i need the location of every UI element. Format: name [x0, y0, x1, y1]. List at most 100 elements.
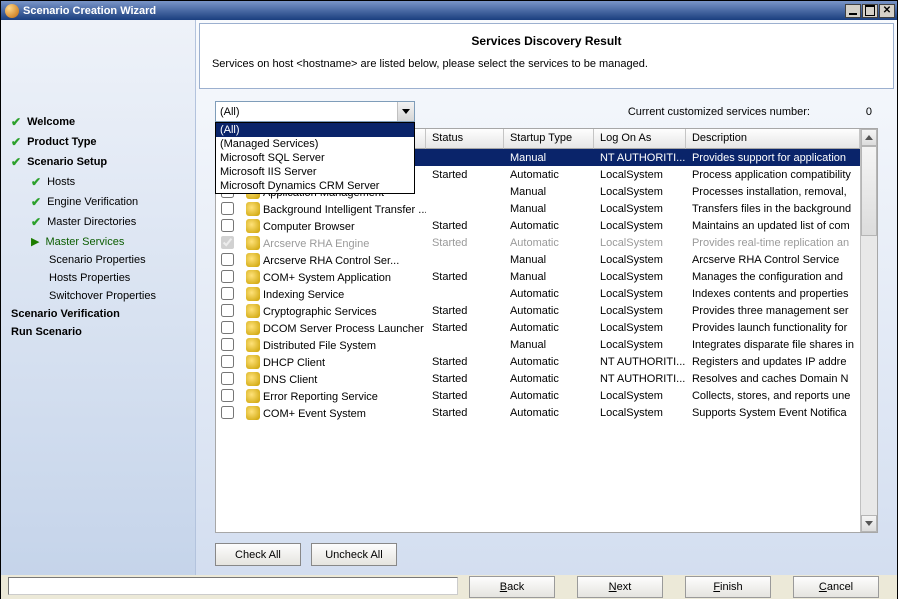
sidebar-step-4[interactable]: ✔Engine Verification [11, 192, 191, 212]
service-status-cell: Started [426, 322, 504, 334]
service-desc-cell: Arcserve RHA Control Service [686, 254, 860, 266]
filter-combobox[interactable]: (All) (All)(Managed Services)Microsoft S… [215, 101, 415, 122]
scroll-thumb[interactable] [861, 146, 877, 236]
check-all-button[interactable]: Check All [215, 543, 301, 566]
filter-row: (All) (All)(Managed Services)Microsoft S… [199, 101, 894, 128]
service-checkbox[interactable] [221, 287, 234, 300]
sidebar-step-0[interactable]: ✔Welcome [11, 112, 191, 132]
gear-icon [246, 304, 260, 318]
service-logon-cell: LocalSystem [594, 322, 686, 334]
minimize-button[interactable] [845, 4, 861, 18]
sidebar-step-11[interactable]: Run Scenario [11, 323, 191, 341]
filter-option[interactable]: Microsoft Dynamics CRM Server [216, 179, 414, 193]
service-checkbox[interactable] [221, 355, 234, 368]
content-area: ✔Welcome✔Product Type✔Scenario Setup✔Hos… [1, 20, 897, 575]
service-row[interactable]: COM+ System ApplicationStartedManualLoca… [216, 268, 860, 285]
column-status[interactable]: Status [426, 129, 504, 149]
sidebar-step-6[interactable]: ▶Master Services [11, 232, 191, 251]
filter-option[interactable]: (Managed Services) [216, 137, 414, 151]
service-checkbox[interactable] [221, 236, 234, 249]
service-checkbox[interactable] [221, 219, 234, 232]
service-row[interactable]: DNS ClientStartedAutomaticNT AUTHORITI..… [216, 370, 860, 387]
filter-option[interactable]: (All) [216, 123, 414, 137]
gear-icon [246, 287, 260, 301]
service-checkbox[interactable] [221, 321, 234, 334]
service-row[interactable]: DCOM Server Process LauncherStartedAutom… [216, 319, 860, 336]
service-checkbox[interactable] [221, 270, 234, 283]
close-button[interactable]: ✕ [879, 4, 895, 18]
service-status-cell: Started [426, 373, 504, 385]
column-description[interactable]: Description [686, 129, 860, 149]
back-button[interactable]: Back [469, 576, 555, 598]
uncheck-all-button[interactable]: Uncheck All [311, 543, 397, 566]
service-startup-cell: Automatic [504, 390, 594, 402]
service-desc-cell: Manages the configuration and [686, 271, 860, 283]
filter-dropdown-button[interactable] [397, 102, 414, 121]
sidebar-step-label: Scenario Setup [27, 156, 107, 168]
service-desc-cell: Integrates disparate file shares in [686, 339, 860, 351]
service-checkbox[interactable] [221, 253, 234, 266]
sidebar-step-8[interactable]: Hosts Properties [11, 269, 191, 287]
next-button[interactable]: Next [577, 576, 663, 598]
sidebar-step-1[interactable]: ✔Product Type [11, 132, 191, 152]
sidebar-step-5[interactable]: ✔Master Directories [11, 212, 191, 232]
service-checkbox[interactable] [221, 389, 234, 402]
service-row[interactable]: Indexing ServiceAutomaticLocalSystemInde… [216, 285, 860, 302]
column-log-on-as[interactable]: Log On As [594, 129, 686, 149]
filter-option[interactable]: Microsoft SQL Server [216, 151, 414, 165]
column-startup-type[interactable]: Startup Type [504, 129, 594, 149]
service-status-cell: Started [426, 390, 504, 402]
sidebar-step-label: Product Type [27, 136, 96, 148]
scroll-down-button[interactable] [861, 515, 877, 532]
filter-dropdown-list[interactable]: (All)(Managed Services)Microsoft SQL Ser… [215, 122, 415, 194]
service-logon-cell: NT AUTHORITI... [594, 356, 686, 368]
service-checkbox[interactable] [221, 406, 234, 419]
service-checkbox[interactable] [221, 202, 234, 215]
finish-button[interactable]: Finish [685, 576, 771, 598]
service-row[interactable]: DHCP ClientStartedAutomaticNT AUTHORITI.… [216, 353, 860, 370]
service-name-cell: Background Intelligent Transfer ... [240, 202, 426, 216]
sidebar-step-label: Hosts Properties [49, 272, 130, 284]
service-desc-cell: Transfers files in the background [686, 203, 860, 215]
sidebar-step-2[interactable]: ✔Scenario Setup [11, 152, 191, 172]
sidebar-step-10[interactable]: Scenario Verification [11, 305, 191, 323]
cancel-button[interactable]: Cancel [793, 576, 879, 598]
scroll-up-button[interactable] [861, 129, 877, 146]
sidebar-step-label: Run Scenario [11, 326, 82, 338]
gear-icon [246, 253, 260, 267]
service-row[interactable]: Computer BrowserStartedAutomaticLocalSys… [216, 217, 860, 234]
service-logon-cell: LocalSystem [594, 339, 686, 351]
service-row[interactable]: Background Intelligent Transfer ...Manua… [216, 200, 860, 217]
service-desc-cell: Provides launch functionality for [686, 322, 860, 334]
service-row[interactable]: Arcserve RHA Control Ser...ManualLocalSy… [216, 251, 860, 268]
check-icon: ✔ [31, 215, 41, 229]
filter-option[interactable]: Microsoft IIS Server [216, 165, 414, 179]
service-logon-cell: LocalSystem [594, 186, 686, 198]
sidebar-step-3[interactable]: ✔Hosts [11, 172, 191, 192]
service-startup-cell: Automatic [504, 169, 594, 181]
service-row[interactable]: Arcserve RHA EngineStartedAutomaticLocal… [216, 234, 860, 251]
gear-icon [246, 270, 260, 284]
sidebar-step-label: Scenario Verification [11, 308, 120, 320]
app-icon [5, 4, 19, 18]
sidebar-step-label: Master Services [45, 236, 124, 248]
check-icon: ✔ [31, 175, 41, 189]
service-status-cell: Started [426, 237, 504, 249]
service-startup-cell: Automatic [504, 220, 594, 232]
page-title: Services Discovery Result [212, 34, 881, 48]
service-status-cell: Started [426, 305, 504, 317]
maximize-button[interactable] [862, 4, 878, 18]
service-checkbox[interactable] [221, 338, 234, 351]
sidebar-step-9[interactable]: Switchover Properties [11, 287, 191, 305]
service-name-cell: DCOM Server Process Launcher [240, 321, 426, 335]
service-desc-cell: Registers and updates IP addre [686, 356, 860, 368]
service-row[interactable]: Cryptographic ServicesStartedAutomaticLo… [216, 302, 860, 319]
service-checkbox[interactable] [221, 372, 234, 385]
service-row[interactable]: Distributed File SystemManualLocalSystem… [216, 336, 860, 353]
sidebar-step-7[interactable]: Scenario Properties [11, 251, 191, 269]
service-checkbox[interactable] [221, 304, 234, 317]
service-row[interactable]: Error Reporting ServiceStartedAutomaticL… [216, 387, 860, 404]
scroll-track[interactable] [861, 236, 877, 515]
vertical-scrollbar[interactable] [860, 129, 877, 532]
service-row[interactable]: COM+ Event SystemStartedAutomaticLocalSy… [216, 404, 860, 421]
